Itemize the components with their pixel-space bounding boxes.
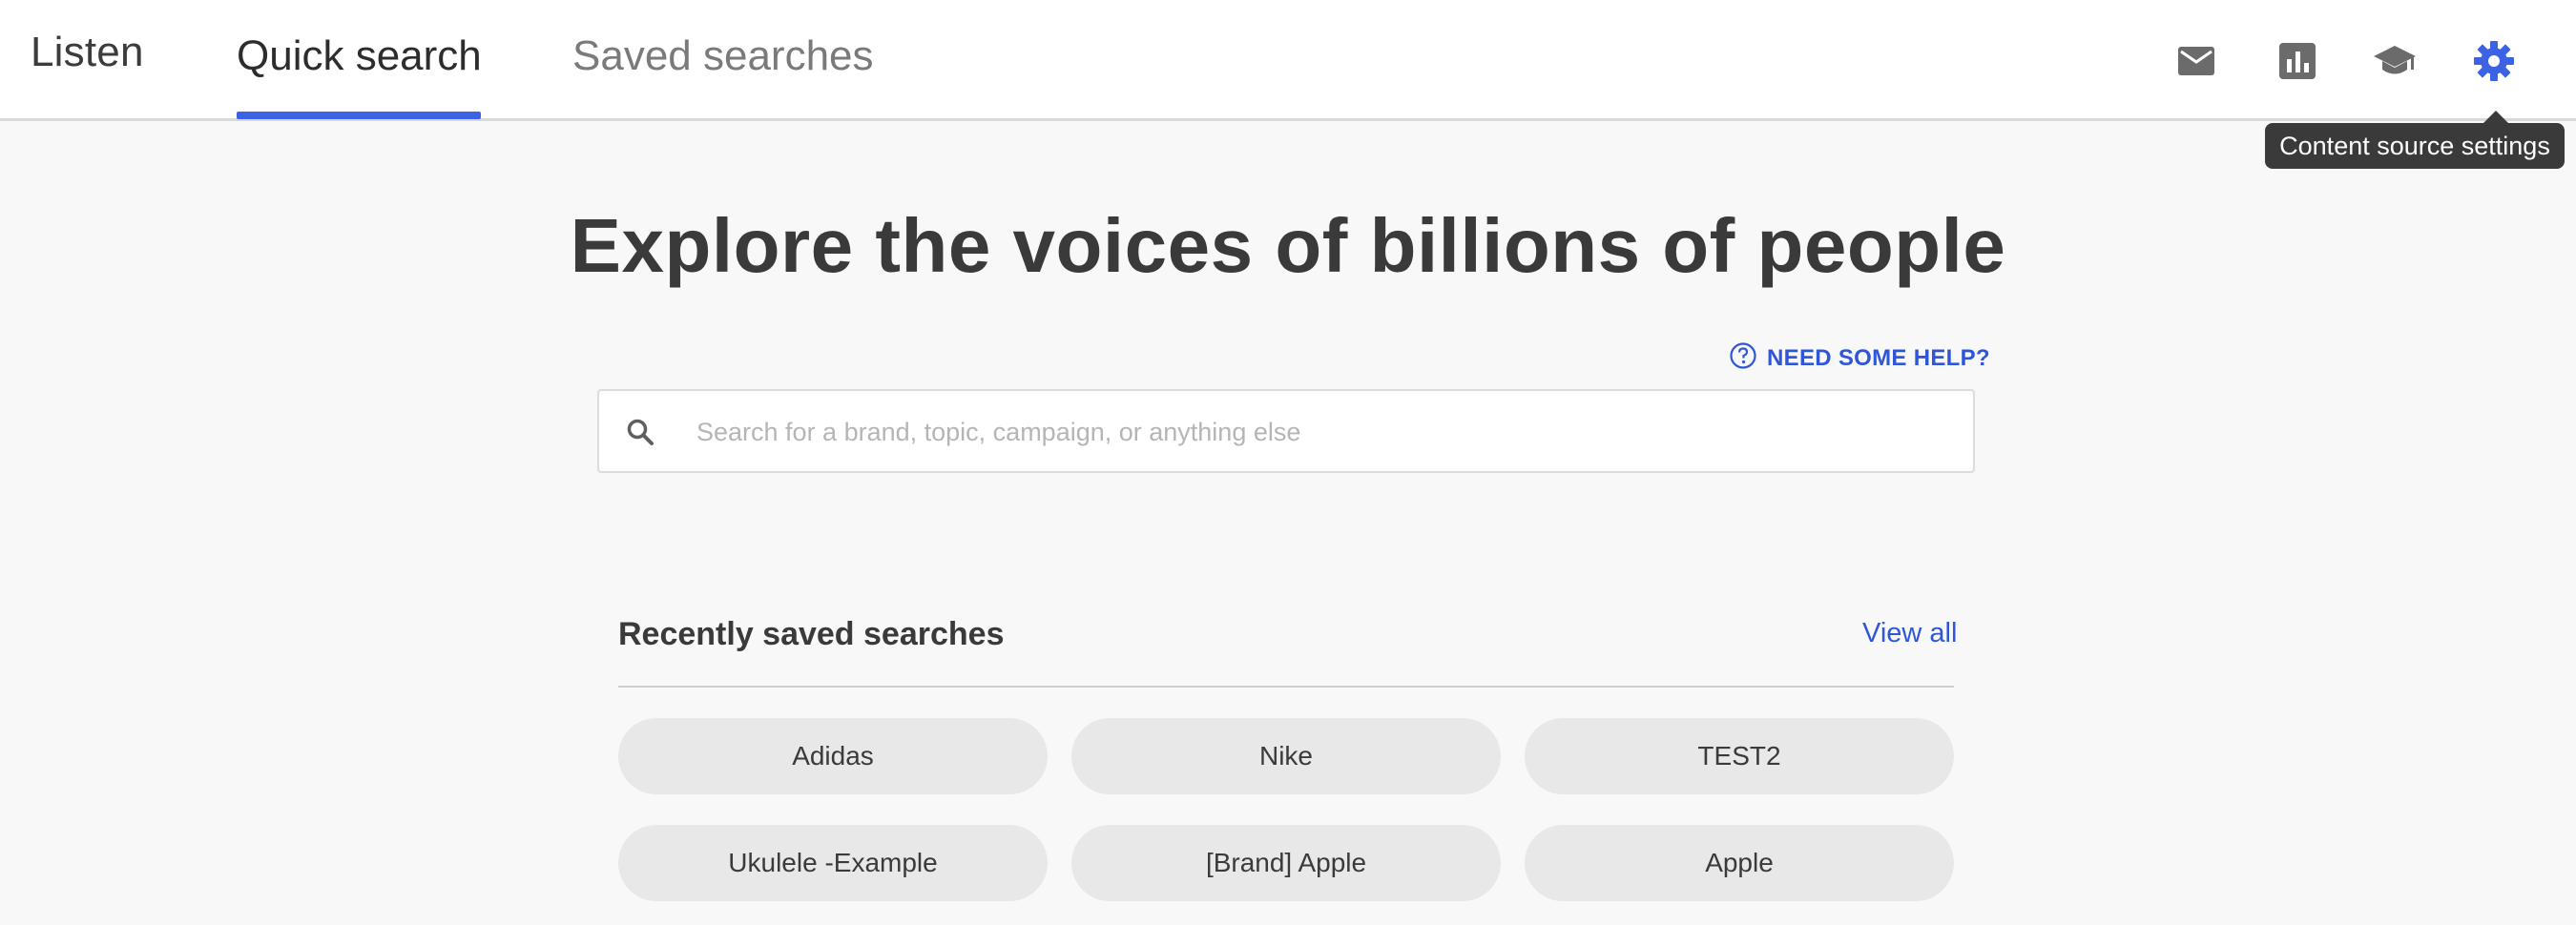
mail-icon xyxy=(2177,46,2215,76)
saved-search-chip[interactable]: Ukulele -Example xyxy=(618,825,1048,901)
recent-searches-title: Recently saved searches xyxy=(618,616,1005,652)
settings-tooltip: Content source settings xyxy=(2265,123,2565,169)
gear-icon xyxy=(2473,40,2515,82)
saved-search-chip[interactable]: Nike xyxy=(1071,718,1501,794)
saved-search-chip[interactable]: Adidas xyxy=(618,718,1048,794)
section-divider xyxy=(618,686,1954,688)
need-help-label: NEED SOME HELP? xyxy=(1767,345,1990,371)
search-bar xyxy=(597,389,1975,473)
tab-quick-search[interactable]: Quick search xyxy=(237,32,482,80)
search-icon xyxy=(626,418,654,451)
top-nav-bar: Listen Quick search Saved searches xyxy=(0,0,2576,121)
app-title: Listen xyxy=(31,29,144,75)
search-input[interactable] xyxy=(695,391,1958,473)
graduation-cap-icon xyxy=(2373,44,2417,78)
help-circle-icon xyxy=(1729,341,1757,377)
active-tab-indicator xyxy=(237,112,481,119)
content-source-settings-button[interactable] xyxy=(2467,34,2521,88)
chart-icon xyxy=(2279,43,2316,79)
tab-saved-searches[interactable]: Saved searches xyxy=(572,32,874,80)
analytics-button[interactable] xyxy=(2271,34,2324,88)
view-all-link[interactable]: View all xyxy=(1862,618,1957,649)
mail-button[interactable] xyxy=(2170,34,2223,88)
saved-search-chip[interactable]: Apple xyxy=(1525,825,1954,901)
saved-search-chip[interactable]: [Brand] Apple xyxy=(1071,825,1501,901)
page-headline: Explore the voices of billions of people xyxy=(570,203,2006,288)
learning-button[interactable] xyxy=(2368,34,2421,88)
tooltip-arrow xyxy=(2483,111,2509,124)
saved-search-chip[interactable]: TEST2 xyxy=(1525,718,1954,794)
need-help-link[interactable]: NEED SOME HELP? xyxy=(1729,341,1990,376)
